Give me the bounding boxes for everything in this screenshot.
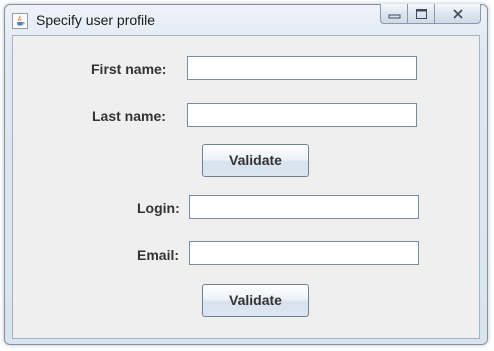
- close-icon: [453, 9, 463, 19]
- validate-login-button[interactable]: Validate: [202, 284, 309, 317]
- validate-name-button[interactable]: Validate: [202, 144, 309, 177]
- login-label: Login:: [137, 200, 180, 216]
- maximize-button[interactable]: [408, 4, 435, 24]
- dialog-window: Specify user profile First name: Last na…: [4, 4, 488, 345]
- first-name-label: First name:: [91, 61, 167, 77]
- first-name-field[interactable]: [187, 56, 417, 80]
- minimize-icon: [388, 14, 401, 19]
- form-panel: First name: Last name: Validate Login: E…: [12, 35, 480, 339]
- window-title: Specify user profile: [36, 12, 156, 28]
- last-name-label: Last name:: [92, 108, 166, 124]
- window-controls: [380, 4, 481, 25]
- close-button[interactable]: [435, 4, 481, 24]
- email-label: Email:: [137, 247, 180, 263]
- last-name-field[interactable]: [187, 103, 417, 127]
- maximize-icon: [416, 9, 427, 19]
- minimize-button[interactable]: [380, 4, 408, 24]
- java-cup-icon: [12, 13, 28, 29]
- email-field[interactable]: [189, 241, 419, 265]
- title-bar[interactable]: Specify user profile: [5, 4, 487, 35]
- login-field[interactable]: [189, 195, 419, 219]
